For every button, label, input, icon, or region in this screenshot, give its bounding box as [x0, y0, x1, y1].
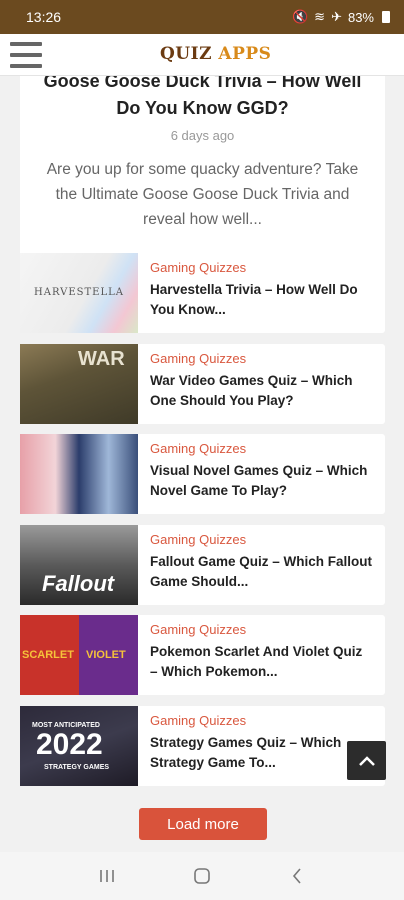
chevron-up-icon [358, 755, 375, 766]
system-nav-bar [0, 852, 404, 900]
menu-icon[interactable] [10, 42, 42, 68]
category-link[interactable]: Gaming Quizzes [150, 351, 373, 366]
thumbnail-image[interactable]: MOST ANTICIPATED 2022 STRATEGY GAMES [20, 706, 138, 786]
category-link[interactable]: Gaming Quizzes [150, 713, 373, 728]
thumbnail-image[interactable]: WAR [20, 344, 138, 424]
category-link[interactable]: Gaming Quizzes [150, 441, 373, 456]
article-title[interactable]: Visual Novel Games Quiz – Which Novel Ga… [150, 461, 373, 501]
list-item[interactable]: SCARLET VIOLET Gaming Quizzes Pokemon Sc… [20, 615, 385, 695]
category-link[interactable]: Gaming Quizzes [150, 622, 373, 637]
back-icon [292, 868, 301, 884]
thumb-text: 2022 [36, 728, 103, 761]
site-header: QUIZ APPS [0, 34, 404, 76]
wifi-icon: ≋ [314, 9, 326, 24]
status-bar: 13:26 🔇 ≋ ✈ 83% [0, 0, 404, 34]
thumb-text: SCARLET [22, 649, 74, 661]
recent-apps-button[interactable] [87, 861, 127, 891]
status-icons: 🔇 ≋ ✈ 83% [292, 9, 390, 25]
back-button[interactable] [277, 861, 317, 891]
thumbnail-image[interactable]: SCARLET VIOLET [20, 615, 138, 695]
list-item[interactable]: Fallout Gaming Quizzes Fallout Game Quiz… [20, 525, 385, 605]
list-item[interactable]: HARVESTELLA Gaming Quizzes Harvestella T… [20, 253, 385, 333]
scroll-to-top-button[interactable] [347, 741, 386, 780]
thumb-text-2: VIOLET [86, 649, 126, 661]
featured-excerpt: Are you up for some quacky adventure? Ta… [46, 161, 359, 228]
category-link[interactable]: Gaming Quizzes [150, 260, 373, 275]
mute-icon: 🔇 [291, 9, 309, 24]
thumb-text: HARVESTELLA [34, 287, 124, 298]
list-item[interactable]: WAR Gaming Quizzes War Video Games Quiz … [20, 344, 385, 424]
article-title[interactable]: Fallout Game Quiz – Which Fallout Game S… [150, 552, 373, 592]
battery-level: 83% [347, 9, 374, 25]
home-button[interactable] [182, 861, 222, 891]
status-time: 13:26 [26, 9, 62, 25]
thumb-text: Fallout [42, 571, 115, 596]
category-link[interactable]: Gaming Quizzes [150, 532, 373, 547]
site-logo[interactable]: QUIZ APPS [160, 44, 271, 64]
thumb-text-bottom: STRATEGY GAMES [44, 764, 110, 771]
list-item[interactable]: MOST ANTICIPATED 2022 STRATEGY GAMES Gam… [20, 706, 385, 786]
thumb-text: WAR [78, 348, 125, 370]
article-title[interactable]: Pokemon Scarlet And Violet Quiz – Which … [150, 642, 373, 682]
home-icon [194, 868, 210, 884]
article-title[interactable]: War Video Games Quiz – Which One Should … [150, 371, 373, 411]
main-content: Goose Goose Duck Trivia – How Well Do Yo… [0, 76, 404, 848]
load-more-button[interactable]: Load more [139, 808, 267, 840]
thumbnail-image[interactable]: Fallout [20, 525, 138, 605]
featured-date: 6 days ago [170, 128, 235, 143]
recent-apps-icon [100, 870, 115, 882]
thumbnail-image[interactable] [20, 434, 138, 514]
article-title[interactable]: Strategy Games Quiz – Which Strategy Gam… [150, 733, 373, 773]
article-title[interactable]: Harvestella Trivia – How Well Do You Kno… [150, 280, 373, 320]
airplane-icon: ✈ [331, 9, 342, 24]
battery-icon [382, 11, 390, 23]
featured-title[interactable]: Goose Goose Duck Trivia – How Well Do Yo… [36, 76, 369, 122]
thumbnail-image[interactable]: HARVESTELLA [20, 253, 138, 333]
list-item[interactable]: Gaming Quizzes Visual Novel Games Quiz –… [20, 434, 385, 514]
